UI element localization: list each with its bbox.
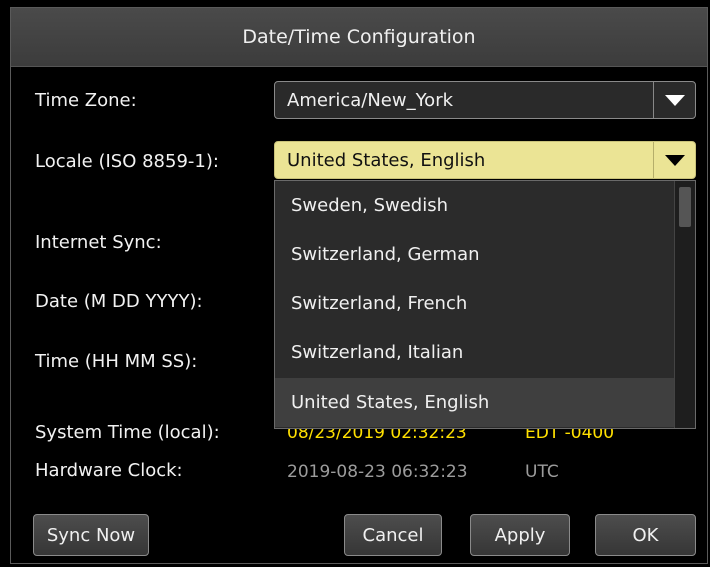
- cancel-button[interactable]: Cancel: [344, 514, 442, 556]
- hardware-clock-value: 2019-08-23 06:32:23: [287, 462, 468, 482]
- apply-button[interactable]: Apply: [470, 514, 570, 556]
- hardware-clock-zone: UTC: [525, 462, 559, 482]
- ok-button[interactable]: OK: [595, 514, 696, 556]
- sync-now-button[interactable]: Sync Now: [33, 514, 149, 556]
- time-zone-dropdown-button[interactable]: [653, 82, 695, 118]
- hardware-clock-label: Hardware Clock:: [35, 460, 183, 481]
- chevron-down-icon: [664, 94, 685, 106]
- locale-select[interactable]: United States, English: [274, 141, 696, 179]
- dropdown-option-selected[interactable]: United States, English: [275, 378, 675, 427]
- dropdown-option[interactable]: Switzerland, Italian: [275, 328, 675, 377]
- locale-value: United States, English: [287, 149, 486, 171]
- time-zone-select[interactable]: America/New_York: [274, 81, 696, 119]
- locale-label: Locale (ISO 8859-1):: [35, 151, 219, 172]
- date-label: Date (M DD YYYY):: [35, 291, 203, 312]
- chevron-down-icon: [664, 154, 685, 166]
- scrollbar-thumb[interactable]: [679, 187, 691, 227]
- system-time-label: System Time (local):: [35, 422, 220, 443]
- dialog-title: Date/Time Configuration: [11, 8, 707, 67]
- locale-dropdown-button[interactable]: [653, 142, 695, 178]
- dropdown-option[interactable]: Sweden, Swedish: [275, 181, 675, 230]
- dropdown-option[interactable]: Switzerland, German: [275, 230, 675, 279]
- internet-sync-label: Internet Sync:: [35, 232, 162, 253]
- time-label: Time (HH MM SS):: [35, 351, 198, 372]
- dropdown-scrollbar[interactable]: [674, 181, 695, 428]
- time-zone-label: Time Zone:: [35, 90, 137, 111]
- datetime-config-dialog: Date/Time Configuration Time Zone: Local…: [10, 7, 708, 564]
- time-zone-value: America/New_York: [287, 89, 454, 111]
- dropdown-option[interactable]: Switzerland, French: [275, 279, 675, 328]
- locale-dropdown-list[interactable]: Sweden, Swedish Switzerland, German Swit…: [274, 180, 696, 429]
